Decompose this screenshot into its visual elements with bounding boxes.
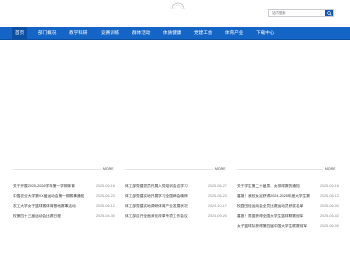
news-date: 2025-04-30 (96, 214, 115, 218)
news-title[interactable]: 体工部党建实地调研体育产业发展状况 (125, 204, 203, 209)
news-title[interactable]: 校第四十三届运动会比赛日程 (13, 214, 91, 219)
main-nav: 首页 部门概况 教学科研 竞赛训练 群体活动 体质健康 党建工会 体育产业 下载… (0, 27, 350, 40)
search-box (268, 9, 334, 17)
news-date: 2025-05-23 (208, 194, 227, 198)
news-date: 2025-09-16 (320, 184, 339, 188)
news-title[interactable]: 女子篮球队获得第四届中国大学生联赛冠军 (237, 224, 315, 229)
nav-item-downloads[interactable]: 下载中心 (256, 27, 274, 39)
news-title[interactable]: 校园田径运动会全员比赛运动员获奖名单 (237, 204, 315, 209)
section-divider (13, 169, 101, 170)
section-divider (125, 169, 213, 170)
nav-item-home[interactable]: 首页 (12, 27, 28, 39)
news-date: 2024-10-17 (208, 204, 227, 208)
nav-item-about[interactable]: 部门概况 (38, 27, 56, 39)
news-date: 2025-09-16 (96, 184, 115, 188)
news-date: 2025-06-02 (320, 214, 339, 218)
news-date: 2025-06-12 (96, 204, 115, 208)
nav-item-teaching[interactable]: 教学科研 (69, 27, 87, 39)
news-date: 2024-09-20 (208, 214, 227, 218)
news-title[interactable]: 体工部党建党员开展入党培训会议学习 (125, 184, 203, 189)
site-header (0, 0, 350, 27)
nav-item-fitness[interactable]: 体质健康 (163, 27, 181, 39)
more-link[interactable]: MORE (325, 167, 336, 171)
news-date: 2025-06-23 (96, 194, 115, 198)
nav-item-industry[interactable]: 体育产业 (225, 27, 243, 39)
news-title[interactable]: 喜报！男篮获得全国大学生篮球联赛冠军 (237, 214, 315, 219)
banner-area (0, 40, 350, 158)
news-title[interactable]: 关于开展2025-2026学年第一学期体育 (13, 184, 91, 189)
news-date: 2025-08-13 (320, 194, 339, 198)
nav-item-activities[interactable]: 群体活动 (132, 27, 150, 39)
news-title[interactable]: 中国农业大学第XX届运动会第一期赛事通知 (13, 194, 91, 199)
search-input[interactable] (270, 10, 324, 16)
section-divider (237, 169, 323, 170)
search-icon (326, 10, 332, 16)
news-title[interactable]: 喜报！我校女足获得2024-2025年度大学生赛 (237, 194, 315, 199)
search-button[interactable] (325, 10, 333, 16)
news-date: 2025-06-03 (320, 204, 339, 208)
news-date: 2025-06-09 (320, 224, 339, 228)
news-title[interactable]: 体工部召开全面深化改革专项工作会议 (125, 214, 203, 219)
news-title[interactable]: 农工大学女子篮球赛体育基地赛事活动 (13, 204, 91, 209)
nav-item-competition[interactable]: 竞赛训练 (101, 27, 119, 39)
news-title[interactable]: 体工部党建实地开展学习全国两会精神 (125, 194, 203, 199)
more-link[interactable]: MORE (215, 167, 226, 171)
news-date: 2025-05-27 (208, 184, 227, 188)
nav-item-party[interactable]: 党建工会 (194, 27, 212, 39)
arc-logo-icon[interactable] (171, 2, 185, 10)
more-link[interactable]: MORE (103, 167, 114, 171)
news-title[interactable]: 关于学生第二十届男、女排球赛的通知 (237, 184, 315, 189)
